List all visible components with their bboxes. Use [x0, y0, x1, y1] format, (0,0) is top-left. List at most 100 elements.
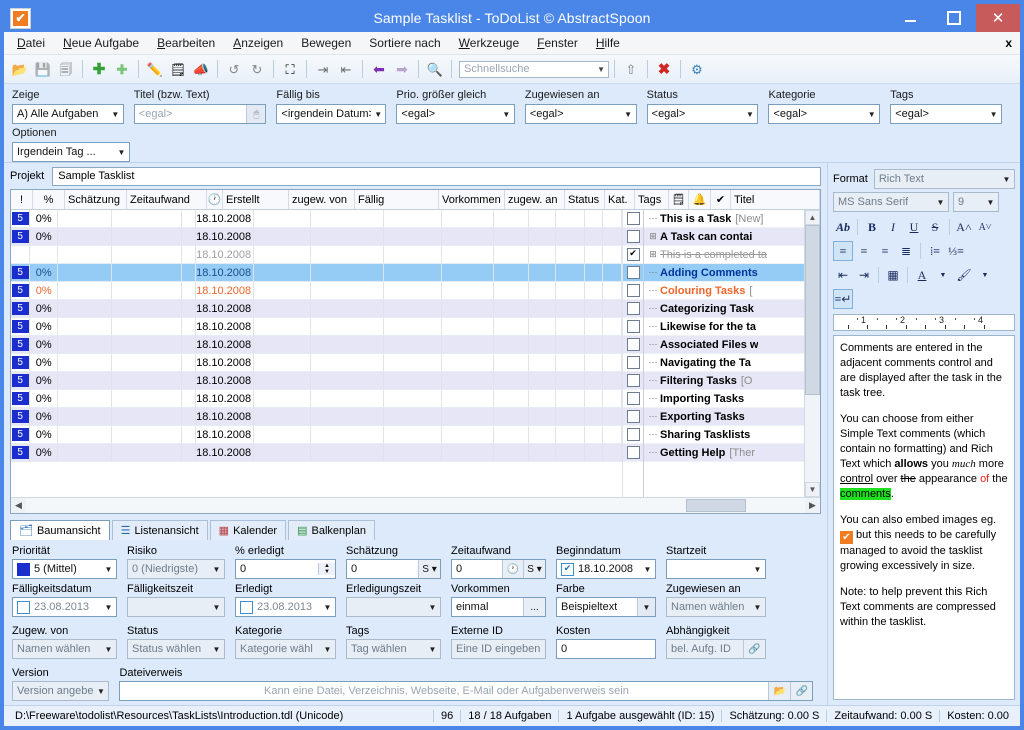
cell-title[interactable]: ⋯ Likewise for the ta [644, 318, 804, 336]
table-row[interactable]: 5 0% 18.10.2008 [11, 300, 622, 318]
beginndatum-combo[interactable]: ✔ 18.10.2008 ▼ [556, 559, 656, 579]
add-subtask-icon[interactable]: ✚ [111, 58, 133, 80]
version-combo[interactable]: Version angebe ▼ [12, 681, 110, 701]
menu-sortiere-nach[interactable]: Sortiere nach [360, 34, 449, 52]
sort-icon[interactable]: ⇧ [620, 58, 642, 80]
quick-search-input[interactable]: Schnellsuche ▼ [459, 60, 609, 78]
browse-folder-icon[interactable]: 📂 [768, 682, 791, 700]
undo-icon[interactable]: ↺ [223, 58, 245, 80]
horizontal-scroll-track[interactable] [26, 498, 805, 513]
wordwrap-icon[interactable]: ≡↵ [833, 289, 853, 309]
column-header-comments-icon[interactable]: 🗒 [669, 190, 689, 209]
filter-kategorie-combo[interactable]: <egal> ▼ [768, 104, 881, 124]
spinner-up-down-icon[interactable]: ▲ ▼ [318, 563, 335, 575]
maximize-button[interactable] [932, 4, 976, 32]
cell-title[interactable]: ⊞ A Task can contai [644, 228, 804, 246]
checkbox-icon[interactable] [626, 356, 640, 369]
open-folder-icon[interactable]: 📂 [9, 58, 31, 80]
beginndatum-checkbox[interactable]: ✔ [561, 562, 574, 576]
align-center-icon[interactable]: ≡ [854, 241, 874, 261]
checkbox-icon[interactable] [626, 230, 640, 243]
erledigt-checkbox[interactable] [240, 600, 253, 614]
column-header-done-icon[interactable]: ✔ [711, 190, 731, 209]
startzeit-combo[interactable]: ▼ [666, 559, 766, 579]
fullscreen-icon[interactable]: ⛶ [279, 58, 301, 80]
filter-prio-combo[interactable]: <egal> ▼ [396, 104, 515, 124]
highlight-color-icon[interactable]: 🖌 [954, 265, 974, 285]
comments-fontsize-combo[interactable]: 9 ▼ [953, 192, 999, 212]
table-row[interactable]: 5 0% 18.10.2008 [11, 318, 622, 336]
column-header-reminder-icon[interactable]: 🔔 [689, 190, 711, 209]
risiko-combo[interactable]: 0 (Niedrigste) ▼ [127, 559, 225, 579]
project-name-input[interactable]: Sample Tasklist [52, 166, 821, 186]
chevron-down-icon[interactable]: ▼ [637, 598, 655, 616]
cell-title[interactable]: ⋯ Filtering Tasks [O [644, 372, 804, 390]
table-row[interactable]: 5 0% 18.10.2008 [11, 264, 622, 282]
align-left-icon[interactable]: ≡ [833, 241, 853, 261]
table-row[interactable]: 5 0% 18.10.2008 [11, 282, 622, 300]
faelligkeitszeit-combo[interactable]: ▼ [127, 597, 225, 617]
tab-kalender[interactable]: ▦ Kalender [209, 520, 287, 540]
table-row[interactable]: 5 0% 18.10.2008 [11, 210, 622, 228]
filter-zugewiesen-combo[interactable]: <egal> ▼ [524, 104, 637, 124]
font-color-icon[interactable]: A [912, 265, 932, 285]
filter-zeige-combo[interactable]: A) Alle Aufgaben ▼ [12, 104, 124, 124]
bullet-list-icon[interactable]: ⁞≡ [925, 241, 945, 261]
menu-werkzeuge[interactable]: Werkzeuge [450, 34, 528, 52]
task-list-vertical-scrollbar[interactable]: ▲ ▼ [804, 210, 820, 497]
zeitaufwand-unit-button[interactable]: S ▾ [523, 560, 545, 578]
filter-titel-picker-icon[interactable]: 🖱 [246, 105, 266, 123]
comments-format-combo[interactable]: Rich Text ▼ [873, 169, 1015, 189]
redo-icon[interactable]: ↻ [246, 58, 268, 80]
comments-editor[interactable]: Comments are entered in the adjacent com… [833, 335, 1015, 700]
faelligkeitsdatum-combo[interactable]: 23.08.2013 ▼ [12, 597, 117, 617]
font-color-dropdown-icon[interactable]: ▼ [933, 265, 953, 285]
farbe-combo[interactable]: Beispieltext ▼ [556, 597, 656, 617]
italic-icon[interactable]: I [883, 217, 903, 237]
checkbox-icon[interactable] [626, 374, 640, 387]
vertical-scroll-track[interactable] [805, 395, 820, 482]
menu-anzeigen[interactable]: Anzeigen [224, 34, 292, 52]
column-header-title[interactable]: Titel [731, 190, 820, 209]
table-row[interactable]: 5 0% 18.10.2008 [11, 390, 622, 408]
copy-icon[interactable]: 🗐 [55, 58, 77, 80]
expand-icon[interactable]: ⊞ [646, 249, 660, 260]
cell-title[interactable]: ⋯ Importing Tasks [644, 390, 804, 408]
cell-title[interactable]: ⋯ Associated Files w [644, 336, 804, 354]
column-header-tags[interactable]: Tags [635, 190, 669, 209]
table-row[interactable]: 5 0% 18.10.2008 [11, 228, 622, 246]
back-icon[interactable]: ⬅ [368, 58, 390, 80]
cell-title[interactable]: ⋯ Adding Comments [644, 264, 804, 282]
save-icon[interactable]: 💾 [32, 58, 54, 80]
cell-done-checkbox[interactable] [623, 390, 643, 408]
column-header-priority[interactable]: ! [11, 190, 33, 209]
add-task-icon[interactable]: ✚ [88, 58, 110, 80]
tab-baumansicht[interactable]: 🗂 Baumansicht [10, 520, 110, 540]
close-document-button[interactable]: x [1005, 36, 1012, 50]
strikethrough-icon[interactable]: S [925, 217, 945, 237]
menu-neue-aufgabe[interactable]: Neue Aufgabe [54, 34, 148, 52]
task-list-horizontal-scrollbar[interactable]: ◀ ▶ [11, 497, 820, 513]
dateiverweis-input[interactable]: Kann eine Datei, Verzeichnis, Webseite, … [119, 681, 814, 701]
column-header-category[interactable]: Kat. [605, 190, 635, 209]
checkbox-icon[interactable] [626, 266, 640, 279]
tab-balkenplan[interactable]: ▤ Balkenplan [288, 520, 375, 540]
scroll-up-icon[interactable]: ▲ [805, 210, 820, 225]
cell-done-checkbox[interactable] [623, 372, 643, 390]
table-row[interactable]: 5 0% 18.10.2008 [11, 426, 622, 444]
delete-icon[interactable]: ✖ [653, 58, 675, 80]
minimize-button[interactable] [888, 4, 932, 32]
tags-combo[interactable]: Tag wählen ▼ [346, 639, 441, 659]
cell-title[interactable]: ⋯ Colouring Tasks[ [644, 282, 804, 300]
checkbox-icon[interactable] [626, 212, 640, 225]
clear-icon[interactable]: 📣 [190, 58, 212, 80]
column-header-percent[interactable]: % [33, 190, 65, 209]
increase-indent-icon[interactable]: ⇥ [854, 265, 874, 285]
filter-status-combo[interactable]: <egal> ▼ [646, 104, 759, 124]
filter-optionen-combo[interactable]: Irgendein Tag ... ▼ [12, 142, 130, 162]
decrease-indent-icon[interactable]: ⇤ [833, 265, 853, 285]
checkbox-icon[interactable] [626, 338, 640, 351]
find-icon[interactable]: 🔍 [424, 58, 446, 80]
cell-title[interactable]: ⋯ This is a Task [New] [644, 210, 804, 228]
prioritaet-combo[interactable]: 5 (Mittel) ▼ [12, 559, 117, 579]
